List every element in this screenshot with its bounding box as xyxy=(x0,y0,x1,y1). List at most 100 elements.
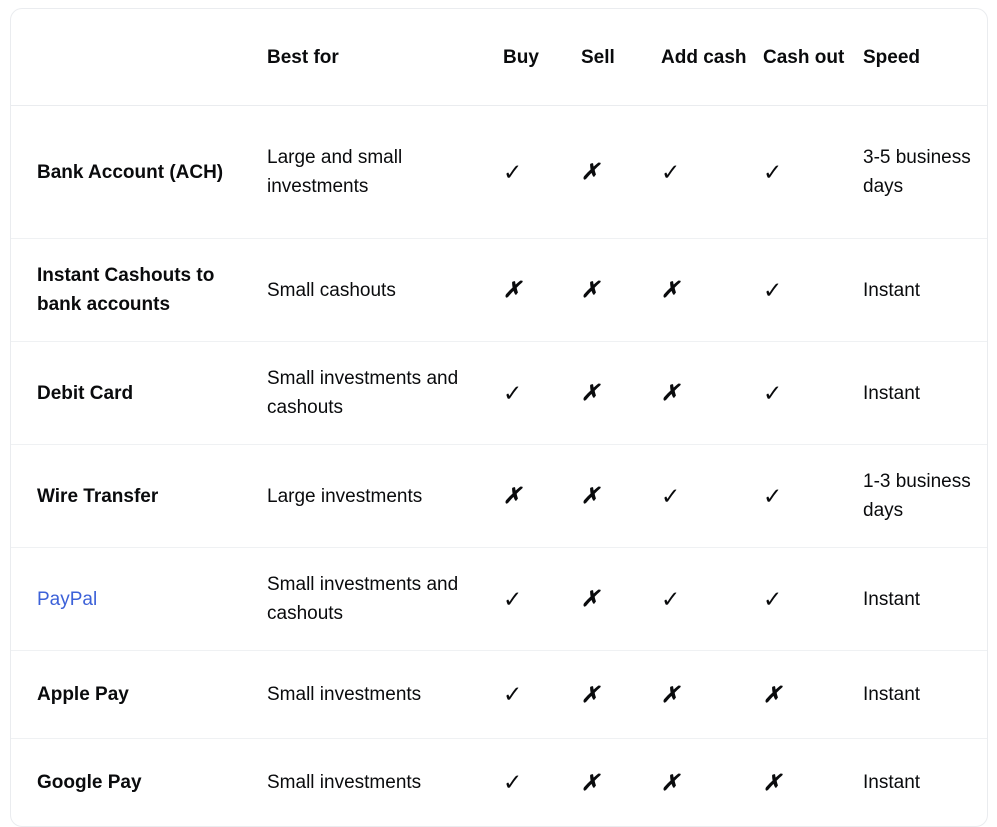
cross-icon: ✗ xyxy=(581,277,600,302)
cell-add-cash: ✓ xyxy=(649,106,751,239)
cross-icon: ✗ xyxy=(581,681,600,707)
table-row: Bank Account (ACH) Large and small invest… xyxy=(11,106,987,239)
table-row: Debit Card Small investments and cashouts… xyxy=(11,342,987,445)
cell-add-cash: ✗ xyxy=(649,651,751,739)
payment-method-label: Bank Account (ACH) xyxy=(37,161,224,183)
payment-method-label: Instant Cashouts to bank accounts xyxy=(37,265,215,315)
column-header-speed: Speed xyxy=(851,9,987,106)
table-row: Instant Cashouts to bank accounts Small c… xyxy=(11,239,987,342)
cross-icon: ✗ xyxy=(581,159,600,184)
cross-icon: ✗ xyxy=(661,769,680,795)
cell-speed: Instant xyxy=(863,382,921,404)
cell-buy: ✓ xyxy=(491,739,569,827)
cell-payment-method: Wire Transfer xyxy=(11,445,257,548)
check-icon: ✓ xyxy=(661,585,681,612)
cross-icon: ✗ xyxy=(763,681,782,707)
payment-method-link[interactable]: PayPal xyxy=(37,589,97,610)
cell-sell: ✗ xyxy=(569,739,649,827)
check-icon: ✓ xyxy=(763,482,783,509)
cell-payment-method: Bank Account (ACH) xyxy=(11,106,257,239)
check-icon: ✓ xyxy=(763,158,783,185)
check-icon: ✓ xyxy=(503,681,523,707)
cell-speed: Instant xyxy=(863,279,921,301)
cell-best-for: Large and small investments xyxy=(267,147,403,197)
cross-icon: ✗ xyxy=(503,277,522,302)
check-icon: ✓ xyxy=(503,769,523,795)
cross-icon: ✗ xyxy=(581,483,600,508)
table-body: Bank Account (ACH) Large and small invest… xyxy=(11,106,987,827)
cell-sell: ✗ xyxy=(569,342,649,445)
cell-best-for: Large investments xyxy=(267,485,423,507)
payment-method-label: Google Pay xyxy=(37,772,142,793)
table-header-row: Best for Buy Sell Add cash Cash out Spee… xyxy=(11,9,987,106)
check-icon: ✓ xyxy=(503,158,523,185)
cell-sell: ✗ xyxy=(569,445,649,548)
table-row: PayPal Small investments and cashouts ✓ ✗ ✓ ✓… xyxy=(11,548,987,651)
cell-sell: ✗ xyxy=(569,239,649,342)
cell-sell: ✗ xyxy=(569,106,649,239)
column-header-method xyxy=(11,9,257,106)
column-header-buy: Buy xyxy=(491,9,569,106)
cell-best-for: Small investments and cashouts xyxy=(267,368,459,418)
cross-icon: ✗ xyxy=(661,681,680,707)
table-row: Google Pay Small investments ✓ ✗ ✗ ✗ Instant xyxy=(11,739,987,827)
cross-icon: ✗ xyxy=(581,586,600,611)
payment-method-label: Apple Pay xyxy=(37,684,129,705)
cell-buy: ✓ xyxy=(491,548,569,651)
check-icon: ✓ xyxy=(763,585,783,612)
cell-speed: Instant xyxy=(863,588,921,610)
cell-buy: ✓ xyxy=(491,651,569,739)
column-header-best-for: Best for xyxy=(257,9,491,106)
cross-icon: ✗ xyxy=(581,380,600,405)
check-icon: ✓ xyxy=(503,585,523,612)
cross-icon: ✗ xyxy=(581,769,600,795)
cell-buy: ✓ xyxy=(491,106,569,239)
cross-icon: ✗ xyxy=(661,380,680,405)
payment-methods-comparison-table: Best for Buy Sell Add cash Cash out Spee… xyxy=(10,8,988,827)
cell-add-cash: ✓ xyxy=(649,548,751,651)
cross-icon: ✗ xyxy=(661,277,680,302)
cell-speed: Instant xyxy=(863,684,921,705)
table-row: Wire Transfer Large investments ✗ ✗ ✓ ✓ 1-3 bu… xyxy=(11,445,987,548)
cell-payment-method: Apple Pay xyxy=(11,651,257,739)
check-icon: ✓ xyxy=(763,379,783,406)
cell-cash-out: ✓ xyxy=(751,239,851,342)
payment-method-label: Wire Transfer xyxy=(37,485,159,507)
check-icon: ✓ xyxy=(661,482,681,509)
cell-buy: ✗ xyxy=(491,239,569,342)
column-header-add-cash: Add cash xyxy=(649,9,751,106)
cell-cash-out: ✗ xyxy=(751,739,851,827)
comparison-table: Best for Buy Sell Add cash Cash out Spee… xyxy=(11,9,987,826)
cell-add-cash: ✗ xyxy=(649,239,751,342)
payment-method-label: Debit Card xyxy=(37,382,134,404)
cell-speed: 3-5 business days xyxy=(863,147,971,197)
table-header: Best for Buy Sell Add cash Cash out Spee… xyxy=(11,9,987,106)
cell-best-for: Small investments and cashouts xyxy=(267,574,459,624)
cell-payment-method: Debit Card xyxy=(11,342,257,445)
cell-payment-method: PayPal xyxy=(11,548,257,651)
cell-speed: 1-3 business days xyxy=(863,471,971,521)
cell-buy: ✗ xyxy=(491,445,569,548)
check-icon: ✓ xyxy=(661,158,681,185)
cell-cash-out: ✗ xyxy=(751,651,851,739)
cell-cash-out: ✓ xyxy=(751,445,851,548)
check-icon: ✓ xyxy=(503,379,523,406)
cell-best-for: Small investments xyxy=(267,684,422,705)
cell-add-cash: ✗ xyxy=(649,342,751,445)
cell-sell: ✗ xyxy=(569,548,649,651)
check-icon: ✓ xyxy=(763,276,783,303)
cell-payment-method: Google Pay xyxy=(11,739,257,827)
cell-speed: Instant xyxy=(863,772,921,793)
table-row: Apple Pay Small investments ✓ ✗ ✗ ✗ Instant xyxy=(11,651,987,739)
cross-icon: ✗ xyxy=(503,483,522,508)
column-header-cash-out: Cash out xyxy=(751,9,851,106)
cell-add-cash: ✓ xyxy=(649,445,751,548)
cell-cash-out: ✓ xyxy=(751,106,851,239)
cell-best-for: Small investments xyxy=(267,772,422,793)
cell-cash-out: ✓ xyxy=(751,548,851,651)
cell-add-cash: ✗ xyxy=(649,739,751,827)
cell-buy: ✓ xyxy=(491,342,569,445)
cell-cash-out: ✓ xyxy=(751,342,851,445)
cross-icon: ✗ xyxy=(763,769,782,795)
cell-best-for: Small cashouts xyxy=(267,279,396,301)
